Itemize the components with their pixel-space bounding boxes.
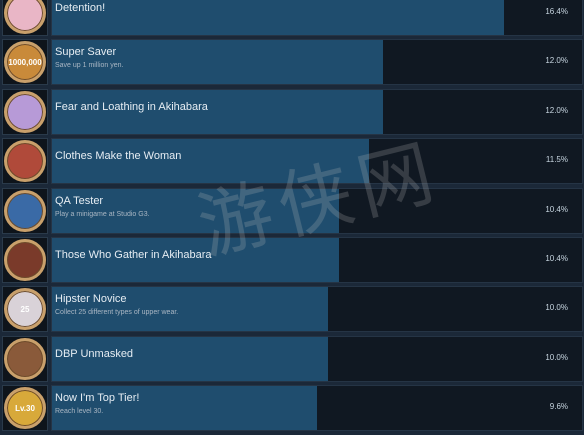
gather-icon bbox=[4, 238, 46, 281]
achievement-list: Detention! 16.4% 1000,000 Super Saver Sa… bbox=[0, 0, 584, 435]
achievement-icon-frame: Lv.30 bbox=[2, 385, 48, 432]
achievement-icon-frame bbox=[2, 236, 48, 283]
achievement-description: Play a minigame at Studio G3. bbox=[55, 210, 150, 218]
achievement-row[interactable]: Detention! 16.4% bbox=[0, 0, 584, 36]
unlock-percentage: 10.0% bbox=[545, 352, 568, 362]
achievement-row[interactable]: DBP Unmasked 10.0% bbox=[0, 335, 584, 382]
achievement-card: Clothes Make the Woman 11.5% bbox=[51, 138, 583, 185]
achievement-icon-frame: 25 bbox=[2, 286, 48, 333]
unlock-percentage: 11.5% bbox=[545, 155, 568, 165]
achievement-card: QA Tester Play a minigame at Studio G3. … bbox=[51, 187, 583, 234]
achievement-icon-frame bbox=[2, 187, 48, 234]
unlock-percentage: 10.4% bbox=[545, 253, 568, 263]
hipster-icon: 25 bbox=[4, 288, 46, 331]
progress-fill bbox=[52, 0, 504, 35]
unlock-percentage: 10.0% bbox=[545, 303, 568, 313]
unlock-percentage: 12.0% bbox=[545, 56, 568, 66]
achievement-icon-frame bbox=[2, 88, 48, 135]
achievement-row[interactable]: QA Tester Play a minigame at Studio G3. … bbox=[0, 187, 584, 234]
achievement-row[interactable]: Fear and Loathing in Akihabara 12.0% bbox=[0, 88, 584, 135]
detention-icon bbox=[4, 0, 46, 34]
achievement-title: QA Tester bbox=[55, 194, 104, 207]
achievement-title: Fear and Loathing in Akihabara bbox=[55, 100, 208, 113]
achievement-row[interactable]: 25 Hipster Novice Collect 25 different t… bbox=[0, 286, 584, 333]
achievement-icon-frame bbox=[2, 335, 48, 382]
achievement-title: Hipster Novice bbox=[55, 293, 127, 306]
achievement-icon-frame bbox=[2, 0, 48, 36]
achievement-title: Super Saver bbox=[55, 46, 117, 59]
dbp-icon bbox=[4, 337, 46, 380]
clothes-icon bbox=[4, 140, 46, 183]
qa-tester-icon bbox=[4, 189, 46, 232]
unlock-percentage: 9.6% bbox=[549, 402, 568, 412]
achievement-description: Collect 25 different types of upper wear… bbox=[55, 309, 179, 317]
achievement-row[interactable]: Lv.30 Now I'm Top Tier! Reach level 30. … bbox=[0, 385, 584, 432]
achievement-card: Fear and Loathing in Akihabara 12.0% bbox=[51, 88, 583, 135]
achievement-card: DBP Unmasked 10.0% bbox=[51, 335, 583, 382]
unlock-percentage: 12.0% bbox=[545, 105, 568, 115]
achievement-card: Hipster Novice Collect 25 different type… bbox=[51, 286, 583, 333]
top-tier-icon: Lv.30 bbox=[4, 387, 46, 430]
unlock-percentage: 10.4% bbox=[545, 204, 568, 214]
achievement-row[interactable]: Those Who Gather in Akihabara 10.4% bbox=[0, 236, 584, 283]
achievement-row[interactable]: Clothes Make the Woman 11.5% bbox=[0, 138, 584, 185]
achievement-title: Now I'm Top Tier! bbox=[55, 392, 140, 405]
achievement-title: DBP Unmasked bbox=[55, 347, 134, 360]
achievement-description: Save up 1 million yen. bbox=[55, 62, 124, 70]
unlock-percentage: 16.4% bbox=[545, 7, 568, 16]
achievement-description: Reach level 30. bbox=[55, 408, 104, 416]
achievement-card: Detention! 16.4% bbox=[51, 0, 583, 36]
achievement-title: Detention! bbox=[55, 2, 106, 14]
achievement-row[interactable]: 1000,000 Super Saver Save up 1 million y… bbox=[0, 39, 584, 86]
achievement-card: Those Who Gather in Akihabara 10.4% bbox=[51, 236, 583, 283]
fear-loathing-icon bbox=[4, 90, 46, 133]
achievement-icon-frame bbox=[2, 138, 48, 185]
achievement-title: Clothes Make the Woman bbox=[55, 150, 182, 163]
achievement-icon-frame: 1000,000 bbox=[2, 39, 48, 86]
achievement-title: Those Who Gather in Akihabara bbox=[55, 248, 212, 261]
achievement-card: Super Saver Save up 1 million yen. 12.0% bbox=[51, 39, 583, 86]
super-saver-icon: 1000,000 bbox=[4, 41, 46, 84]
achievement-card: Now I'm Top Tier! Reach level 30. 9.6% bbox=[51, 385, 583, 432]
